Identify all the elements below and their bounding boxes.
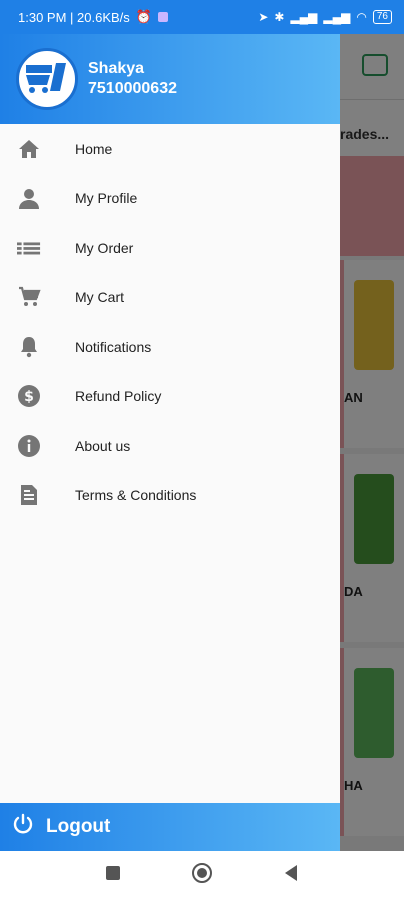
logout-label: Logout: [46, 816, 111, 837]
signal-icon-2: ▂▄▆: [323, 10, 351, 24]
notification-app-icon: [157, 12, 168, 22]
menu-label: My Profile: [75, 190, 138, 207]
signal-icon: ▂▄▆: [290, 10, 318, 24]
user-name: Shakya: [88, 60, 145, 77]
system-nav-bar: [0, 851, 404, 900]
menu-item-about-us[interactable]: About us: [0, 421, 340, 471]
menu-item-my-profile[interactable]: My Profile: [0, 174, 340, 224]
status-time: 1:30 PM | 20.6KB/s: [18, 9, 130, 25]
menu-item-my-cart[interactable]: My Cart: [0, 273, 340, 323]
info-icon: [17, 434, 41, 458]
menu-label: Notifications: [75, 338, 152, 355]
menu-item-my-order[interactable]: My Order: [0, 223, 340, 273]
drawer-header: Shakya 7510000632: [0, 34, 340, 124]
menu-item-terms-conditions[interactable]: Terms & Conditions: [0, 471, 340, 521]
alarm-icon: ⏰: [135, 9, 152, 24]
menu-label: My Cart: [75, 289, 124, 306]
menu-label: About us: [75, 437, 131, 454]
home-button-icon[interactable]: [191, 862, 213, 889]
drawer-menu: Home My Profile My Order My Cart Notific…: [0, 124, 340, 520]
svg-text:$: $: [24, 389, 34, 405]
bluetooth-icon: ✱: [274, 10, 285, 24]
home-icon: [17, 137, 41, 161]
power-icon: [12, 813, 34, 841]
person-icon: [17, 186, 41, 210]
location-icon: ➤: [258, 10, 269, 24]
menu-item-refund-policy[interactable]: $ Refund Policy: [0, 372, 340, 422]
cart-icon: [17, 285, 41, 309]
bell-icon: [17, 335, 41, 359]
menu-label: Home: [75, 140, 113, 157]
battery-indicator: 76: [372, 10, 392, 24]
menu-item-notifications[interactable]: Notifications: [0, 322, 340, 372]
wifi-icon: ◠: [356, 10, 367, 24]
dollar-icon: $: [17, 384, 41, 408]
menu-item-home[interactable]: Home: [0, 124, 340, 174]
store-cart-logo: [16, 48, 78, 110]
menu-label: Terms & Conditions: [75, 487, 197, 504]
back-icon[interactable]: [283, 864, 299, 887]
menu-label: Refund Policy: [75, 388, 162, 405]
document-icon: [17, 483, 41, 507]
logout-button[interactable]: Logout: [0, 803, 340, 851]
status-bar: 1:30 PM | 20.6KB/s ⏰ ➤ ✱ ▂▄▆ ▂▄▆ ◠ 76: [0, 0, 404, 34]
navigation-drawer: Shakya 7510000632 Home My Profile My Ord…: [0, 34, 340, 851]
user-phone: 7510000632: [88, 80, 177, 97]
list-icon: [17, 236, 41, 260]
menu-label: My Order: [75, 239, 134, 256]
recents-icon[interactable]: [105, 865, 121, 886]
user-info: Shakya 7510000632: [88, 59, 177, 99]
